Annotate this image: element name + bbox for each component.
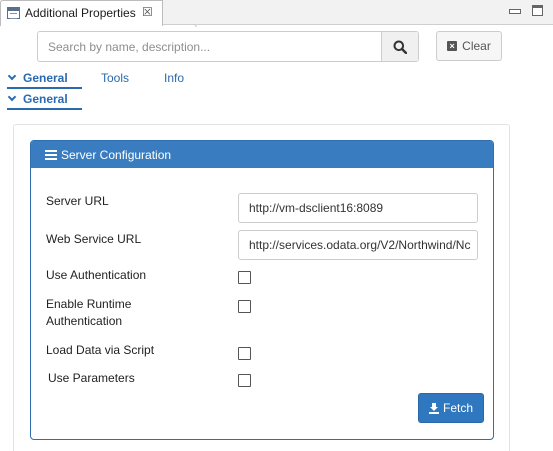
server-configuration-header: Server Configuration bbox=[31, 141, 493, 168]
tab-general-label: General bbox=[23, 71, 68, 85]
enable-runtime-auth-checkbox[interactable] bbox=[238, 300, 251, 313]
enable-runtime-auth-label-line2: Authentication bbox=[46, 314, 123, 328]
search-icon bbox=[393, 40, 407, 54]
tab-info[interactable]: Info bbox=[164, 71, 184, 85]
load-data-via-script-label: Load Data via Script bbox=[46, 343, 155, 357]
view-tab-bar: Additional Properties ☒ bbox=[0, 0, 553, 26]
clear-icon: × bbox=[447, 41, 458, 51]
use-parameters-checkbox[interactable] bbox=[238, 374, 251, 387]
search-box bbox=[37, 31, 419, 62]
properties-view-icon bbox=[7, 7, 20, 19]
clear-button-label: Clear bbox=[462, 39, 491, 53]
use-authentication-checkbox[interactable] bbox=[238, 271, 251, 284]
server-url-input[interactable]: http://vm-dsclient16:8089 bbox=[238, 193, 478, 223]
list-icon bbox=[45, 149, 57, 160]
use-parameters-label: Use Parameters bbox=[48, 371, 135, 385]
server-configuration-title: Server Configuration bbox=[61, 147, 172, 162]
maximize-icon[interactable] bbox=[532, 5, 543, 16]
search-input[interactable] bbox=[38, 32, 381, 61]
web-service-url-label: Web Service URL bbox=[46, 232, 142, 246]
view-tab-additional-properties[interactable]: Additional Properties ☒ bbox=[0, 0, 163, 26]
fetch-button-label: Fetch bbox=[442, 401, 473, 415]
tab-tools-label: Tools bbox=[101, 71, 130, 85]
section-general-toggle[interactable]: General bbox=[7, 92, 68, 106]
minimize-icon[interactable] bbox=[509, 5, 521, 16]
fetch-button[interactable]: Fetch bbox=[418, 393, 484, 423]
chevron-down-icon bbox=[7, 92, 17, 102]
web-service-url-input[interactable]: http://services.odata.org/V2/Northwind/N… bbox=[238, 230, 478, 260]
chevron-down-icon bbox=[7, 71, 17, 81]
use-authentication-label: Use Authentication bbox=[46, 268, 147, 282]
search-button[interactable] bbox=[381, 32, 418, 61]
tab-general[interactable]: General bbox=[7, 71, 68, 85]
load-data-via-script-checkbox[interactable] bbox=[238, 347, 251, 360]
close-icon[interactable]: ☒ bbox=[142, 5, 153, 19]
tab-tools[interactable]: Tools bbox=[101, 71, 129, 85]
view-tab-title: Additional Properties bbox=[25, 6, 136, 20]
server-url-label: Server URL bbox=[46, 194, 109, 208]
download-icon bbox=[428, 402, 439, 414]
clear-button[interactable]: × Clear bbox=[436, 31, 502, 61]
tab-info-label: Info bbox=[164, 71, 185, 85]
enable-runtime-auth-label-line1: Enable Runtime bbox=[46, 297, 132, 311]
section-general-label: General bbox=[23, 92, 68, 106]
section-general-underline bbox=[7, 108, 82, 110]
tab-general-underline bbox=[7, 87, 82, 89]
